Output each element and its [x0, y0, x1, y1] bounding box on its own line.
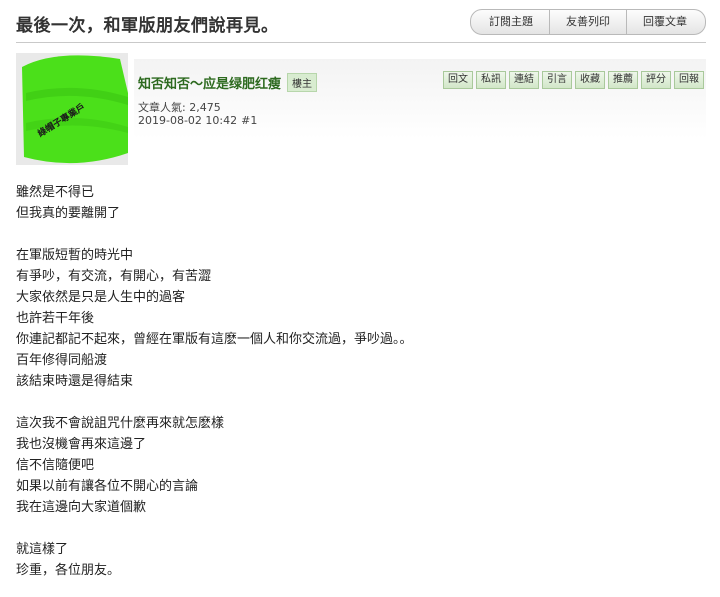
content-line: 你連記都記不起來，曾經在軍版有這麽一個人和你交流過，爭吵過。。 — [16, 332, 413, 347]
content-line: 這次我不會說詛咒什麼再來就怎麽樣 — [16, 416, 225, 431]
original-poster-badge: 樓主 — [287, 73, 318, 92]
paragraph: 就這樣了 珍重，各位朋友。 — [16, 539, 706, 581]
page-title: 最後一次，和軍版朋友們說再見。 — [16, 16, 279, 36]
favorite-button[interactable]: 收藏 — [575, 71, 605, 89]
popularity-value: 2,475 — [189, 101, 221, 114]
post-action-group: 回文 私訊 連結 引言 收藏 推薦 評分 回報 — [440, 71, 704, 89]
topbar: 最後一次，和軍版朋友們說再見。 訂閱主題 友善列印 回覆文章 — [16, 0, 706, 43]
avatar[interactable]: 綠帽子專業戶 — [16, 53, 128, 165]
avatar-image: 綠帽子專業戶 — [16, 53, 128, 165]
content-line: 如果以前有讓各位不開心的言論 — [16, 479, 199, 494]
popularity-label: 文章人氣: — [138, 101, 190, 114]
top-action-group: 訂閱主題 友善列印 回覆文章 — [470, 9, 706, 35]
content-line: 就這樣了 — [16, 542, 69, 557]
private-message-button[interactable]: 私訊 — [476, 71, 506, 89]
content-line: 雖然是不得已 — [16, 185, 95, 200]
link-button[interactable]: 連結 — [509, 71, 539, 89]
recommend-button[interactable]: 推薦 — [608, 71, 638, 89]
content-line: 我在這邊向大家道個歉 — [16, 500, 147, 515]
paragraph: 這次我不會說詛咒什麼再來就怎麽樣 我也沒機會再來這邊了 信不信隨便吧 如果以前有… — [16, 413, 706, 518]
reply-article-button[interactable]: 回覆文章 — [627, 9, 706, 35]
author-line: 知否知否～应是绿肥红瘦 樓主 — [138, 73, 318, 92]
author-name-link[interactable]: 知否知否～应是绿肥红瘦 — [138, 77, 281, 92]
content-line: 珍重，各位朋友。 — [16, 563, 121, 578]
popularity-stat: 文章人氣: 2,475 — [138, 99, 221, 115]
content-line: 百年修得同船渡 — [16, 353, 108, 368]
content-line: 信不信隨便吧 — [16, 458, 95, 473]
paragraph: 在軍版短暫的時光中 有爭吵，有交流，有開心，有苦澀 大家依然是只是人生中的過客 … — [16, 245, 706, 392]
post-header: 綠帽子專業戶 知否知否～应是绿肥红瘦 樓主 回文 私訊 連結 引言 收藏 推薦 評… — [16, 53, 706, 165]
content-line: 我也沒機會再來這邊了 — [16, 437, 147, 452]
floor-number[interactable]: #1 — [241, 114, 257, 127]
content-line: 有爭吵，有交流，有開心，有苦澀 — [16, 269, 212, 284]
post-content: 雖然是不得已 但我真的要離開了 在軍版短暫的時光中 有爭吵，有交流，有開心，有苦… — [16, 182, 706, 581]
report-button[interactable]: 回報 — [674, 71, 704, 89]
quote-button[interactable]: 引言 — [542, 71, 572, 89]
subscribe-topic-button[interactable]: 訂閱主題 — [470, 9, 550, 35]
rate-button[interactable]: 評分 — [641, 71, 671, 89]
post-datetime: 2019-08-02 10:42 — [138, 114, 238, 127]
post-date-line: 2019-08-02 10:42 #1 — [138, 114, 257, 127]
print-friendly-button[interactable]: 友善列印 — [550, 9, 627, 35]
reply-button[interactable]: 回文 — [443, 71, 473, 89]
paragraph: 雖然是不得已 但我真的要離開了 — [16, 182, 706, 224]
content-line: 也許若干年後 — [16, 311, 95, 326]
content-line: 在軍版短暫的時光中 — [16, 248, 134, 263]
content-line: 大家依然是只是人生中的過客 — [16, 290, 186, 305]
content-line: 該結束時還是得結束 — [16, 374, 134, 389]
content-line: 但我真的要離開了 — [16, 206, 121, 221]
